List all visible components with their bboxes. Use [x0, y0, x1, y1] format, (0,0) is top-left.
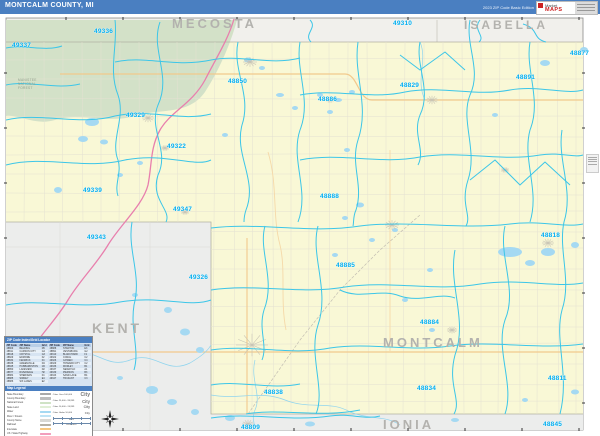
zip-label-48811: 48811: [548, 375, 567, 382]
city-size-sample: City: [80, 392, 90, 398]
city-size-label: Cities Under 10,000: [52, 412, 73, 414]
map-canvas[interactable]: MANISTEE NATIONAL FOREST MECOSTA ISABELLA…: [0, 14, 600, 436]
index-row: 48886 SIX LAKES E2: [6, 379, 48, 383]
legend-swatch-icon: [39, 393, 51, 396]
legend-item-label: National Forest: [7, 401, 24, 405]
zip-label-48845: 48845: [543, 421, 563, 428]
zip-label-48891: 48891: [516, 74, 536, 81]
zip-label-49329: 49329: [126, 112, 146, 119]
legend-item-label: Railroad: [7, 423, 16, 427]
index-table-right: ZIP Code ZIP Name Grid 48888 STANTON E3 48891 V…: [49, 343, 91, 380]
zip-label-49343: 49343: [87, 234, 107, 241]
forest-label: MANISTEE NATIONAL FOREST: [18, 78, 37, 91]
zip-label-49326: 49326: [189, 274, 209, 281]
zip-label-48809: 48809: [241, 424, 261, 431]
county-label-mecosta: MECOSTA: [172, 16, 258, 31]
zip-index-table: ZIP Code ZIP Name Grid 48809 BELDING D5 48811 C…: [5, 342, 92, 386]
zip-label-49347: 49347: [173, 206, 193, 213]
city-size-label: Cities 10,000 - 24,999: [52, 406, 75, 408]
county-label-isabella: ISABELLA: [464, 18, 548, 32]
scale-bar: Miles: [52, 417, 91, 421]
zip-label-48838: 48838: [264, 389, 284, 396]
county-label-kent: KENT: [92, 320, 143, 336]
logo-mark: Market MAPS: [537, 2, 575, 14]
marketmaps-logo: Market MAPS: [536, 1, 598, 15]
logo-square-icon: [538, 3, 543, 8]
zip-label-48850: 48850: [228, 78, 248, 85]
city-size-sample: City: [84, 411, 90, 415]
city-size-sample: City: [83, 405, 90, 409]
scale-bar: Kilometers: [52, 422, 91, 426]
zip-label-49336: 49336: [94, 28, 114, 35]
zip-label-48818: 48818: [541, 232, 561, 239]
legend-item-label: River / Stream: [7, 414, 23, 418]
zip-label-48829: 48829: [400, 82, 420, 89]
legend-swatch-icon: [39, 406, 51, 409]
legend-swatch-icon: [39, 410, 51, 413]
page-title: MONTCALM COUNTY, MI: [5, 2, 94, 9]
legend-panel: ZIP Code Index/Grid Locator ZIP Code ZIP …: [4, 336, 93, 436]
edition-label: 2023 ZIP Code Basic Edition: [482, 5, 534, 10]
legend-swatch-icon: [39, 401, 51, 405]
city-size-label: Cities Over 100,000: [52, 394, 73, 396]
logo-fineprint: [575, 2, 597, 14]
zip-label-49339: 49339: [83, 187, 103, 194]
legend-item-label: US / State Highway: [7, 432, 28, 436]
county-label-montcalm: MONTCALM: [383, 335, 483, 350]
zip-label-48886: 48886: [318, 96, 338, 103]
legend-swatch-icon: [39, 432, 51, 435]
legend-item-label: State Boundary: [7, 392, 24, 396]
legend-swatch-icon: [39, 423, 51, 427]
legend-item-label: County Name: [7, 419, 22, 423]
index-row: 49347 TRUFANT C3: [49, 376, 88, 380]
legend-item-label: Interstate: [7, 427, 17, 431]
zip-label-49310: 49310: [393, 20, 413, 27]
legend-body: State Boundary County Boundary National Fo…: [5, 391, 92, 436]
county-label-ionia: IONIA: [383, 417, 435, 432]
zip-label-49322: 49322: [167, 143, 187, 150]
zip-label-48877: 48877: [570, 50, 590, 57]
zip-label-48888: 48888: [320, 193, 340, 200]
legend-city-sizes: Cities Over 100,000 City Cities 25,000 - 9…: [52, 391, 92, 436]
legend-item-label: County Boundary: [7, 397, 26, 401]
zip-label-48884: 48884: [420, 319, 440, 326]
map-page: MONTCALM COUNTY, MI 2023 ZIP Code Basic …: [0, 0, 600, 436]
city-size-sample: City: [82, 398, 90, 404]
legend-swatch-icon: [39, 428, 51, 431]
zip-label-49337: 49337: [12, 42, 32, 49]
legend-items: State Boundary County Boundary National Fo…: [5, 391, 52, 436]
margin-note: [586, 154, 599, 173]
index-table-left: ZIP Code ZIP Name Grid 48809 BELDING D5 48811 C…: [6, 343, 48, 383]
legend-swatch-icon: [39, 415, 51, 418]
city-size-row: Cities Under 10,000 City: [53, 410, 90, 416]
legend-item-label: Water: [7, 410, 14, 414]
title-bar: MONTCALM COUNTY, MI 2023 ZIP Code Basic …: [0, 0, 600, 14]
city-size-label: Cities 25,000 - 99,999: [52, 400, 75, 402]
legend-swatch-icon: [39, 397, 51, 400]
logo-text: MAPS: [545, 7, 563, 13]
legend-swatch-icon: [39, 419, 51, 422]
zip-label-48885: 48885: [336, 262, 356, 269]
zip-label-48834: 48834: [417, 385, 437, 392]
legend-item-label: State Land: [7, 405, 19, 409]
